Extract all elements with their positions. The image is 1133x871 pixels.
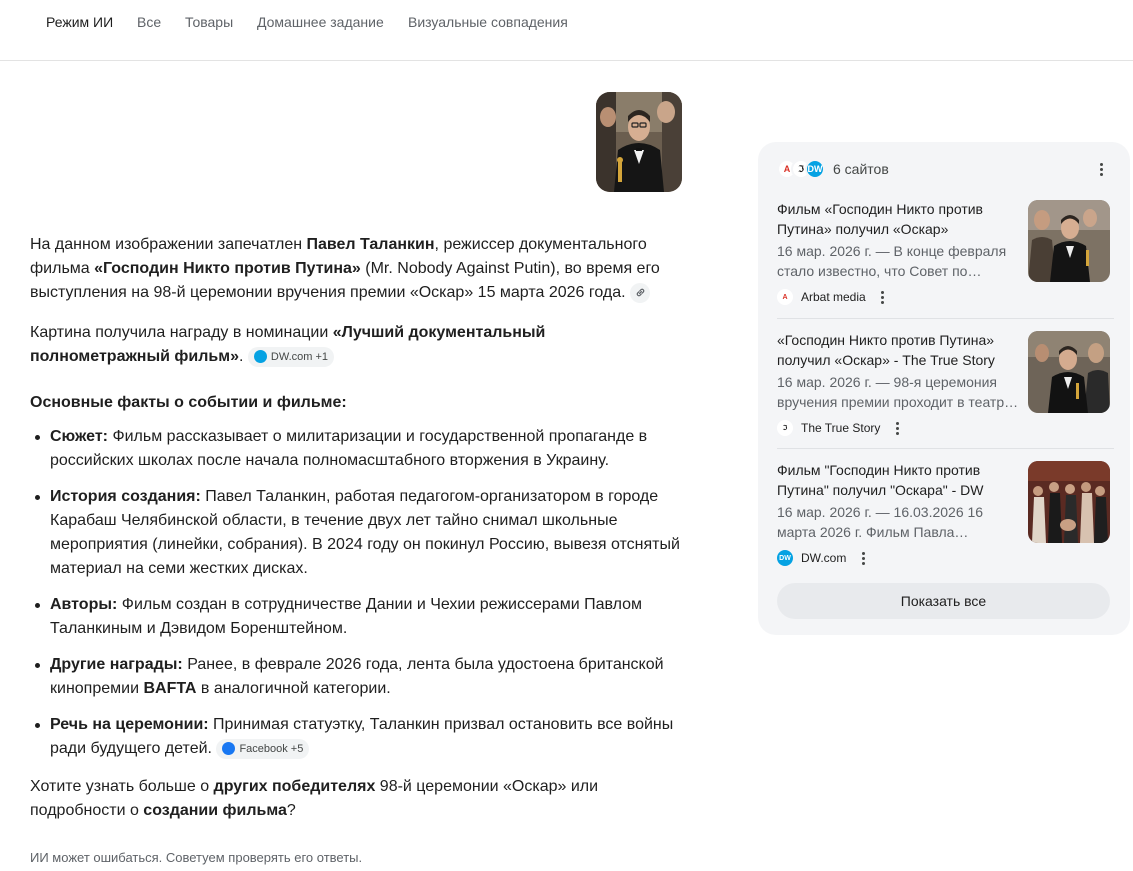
source-card-title[interactable]: «Господин Никто против Путина» получил «… (777, 331, 1012, 370)
followup-bold-1: других победителях (213, 778, 376, 795)
source-site-name: Arbat media (801, 290, 866, 304)
citation-chip-label: Facebook +5 (239, 742, 304, 755)
ai-disclaimer: ИИ может ошибаться. Советуем проверять е… (30, 850, 363, 865)
fact-text: Фильм создан в сотрудничестве Дании и Че… (50, 596, 643, 637)
followup-question: Хотите узнать больше о других победителя… (30, 775, 680, 823)
more-options-icon[interactable] (1092, 160, 1110, 178)
fact-text: Фильм рассказывает о милитаризации и гос… (50, 428, 648, 469)
list-item: История создания: Павел Таланкин, работа… (35, 485, 680, 581)
citation-chip-facebook[interactable]: Facebook +5 (216, 738, 310, 759)
fact-label: Авторы: (50, 596, 118, 613)
more-options-icon[interactable] (888, 419, 906, 437)
fact-label: Сюжет: (50, 428, 108, 445)
sources-header[interactable]: A ℑ DW 6 сайтов (777, 158, 889, 180)
fact-text-2: в аналогичной категории. (196, 680, 391, 697)
source-card-thumbnail[interactable] (1028, 200, 1110, 282)
list-item: Авторы: Фильм создан в сотрудничестве Да… (35, 593, 680, 641)
dw-icon (253, 350, 267, 364)
followup-text-3: ? (286, 802, 296, 819)
followup-bold-2: создании фильма (143, 802, 287, 819)
tab-ai-mode[interactable]: Режим ИИ (46, 13, 113, 31)
source-site-name: The True Story (801, 421, 881, 435)
fact-label: Другие награды: (50, 656, 183, 673)
answer-intro: На данном изображении запечатлен Павел Т… (30, 233, 680, 305)
tab-all[interactable]: Все (137, 13, 161, 31)
more-options-icon[interactable] (854, 549, 872, 567)
tab-products[interactable]: Товары (185, 13, 233, 31)
tab-visual-matches[interactable]: Визуальные совпадения (408, 13, 568, 31)
source-card-site: ℑ The True Story (777, 419, 906, 437)
true-story-icon: ℑ (777, 420, 793, 436)
fact-label: Речь на церемонии: (50, 716, 209, 733)
intro-bold-person: Павел Таланкин (306, 236, 435, 253)
sources-panel: A ℑ DW 6 сайтов Фильм «Господин Никто пр… (758, 142, 1130, 635)
source-card-snippet: 16 мар. 2026 г. — В конце февраля стало … (777, 243, 1007, 279)
award-text-2: . (238, 348, 244, 365)
search-mode-tabs: Режим ИИ Все Товары Домашнее задание Виз… (0, 0, 1133, 61)
list-item: Сюжет: Фильм рассказывает о милитаризаци… (35, 425, 680, 473)
source-card-site: A Arbat media (777, 288, 892, 306)
source-card[interactable]: «Господин Никто против Путина» получил «… (777, 331, 1114, 461)
source-card-snippet: 16 мар. 2026 г. — 98-я церемония вручени… (777, 374, 1019, 410)
divider (777, 448, 1114, 449)
arbat-media-icon: A (777, 289, 793, 305)
sources-count: 6 сайтов (833, 161, 889, 177)
show-all-button[interactable]: Показать все (777, 583, 1110, 619)
source-card-thumbnail[interactable] (1028, 461, 1110, 543)
source-card-snippet: 16 мар. 2026 г. — 16.03.2026 16 марта 20… (777, 504, 984, 540)
dw-icon: DW (805, 159, 825, 179)
fact-bold-bafta: BAFTA (143, 680, 197, 697)
more-options-icon[interactable] (874, 288, 892, 306)
facts-heading: Основные факты о событии и фильме: (30, 394, 347, 411)
intro-bold-film: «Господин Никто против Путина» (94, 260, 361, 277)
fact-label: История создания: (50, 488, 201, 505)
query-image[interactable] (596, 92, 682, 192)
tab-homework[interactable]: Домашнее задание (257, 13, 384, 31)
source-card-thumbnail[interactable] (1028, 331, 1110, 413)
facts-list: Сюжет: Фильм рассказывает о милитаризаци… (35, 425, 680, 761)
source-site-name: DW.com (801, 551, 847, 565)
citation-chip-label: DW.com +1 (270, 350, 329, 363)
dw-icon: DW (777, 550, 793, 566)
facebook-icon (222, 742, 236, 756)
list-item: Речь на церемонии: Принимая статуэтку, Т… (35, 713, 680, 761)
source-card-site: DW DW.com (777, 549, 872, 567)
list-item: Другие награды: Ранее, в феврале 2026 го… (35, 653, 680, 701)
award-text-1: Картина получила награду в номинации (30, 324, 333, 341)
ai-answer: На данном изображении запечатлен Павел Т… (30, 233, 680, 839)
source-card[interactable]: Фильм "Господин Никто против Путина" пол… (777, 461, 1114, 591)
intro-text-1: На данном изображении запечатлен (30, 236, 307, 253)
citation-chip-dw[interactable]: DW.com +1 (247, 346, 335, 367)
followup-text-1: Хотите узнать больше о (30, 778, 214, 795)
source-card-title[interactable]: Фильм «Господин Никто против Путина» пол… (777, 200, 1012, 239)
link-icon (636, 288, 644, 297)
answer-award: Картина получила награду в номинации «Лу… (30, 321, 680, 369)
source-card-title[interactable]: Фильм "Господин Никто против Путина" пол… (777, 461, 1012, 500)
source-link-button[interactable] (630, 282, 651, 303)
divider (777, 318, 1114, 319)
source-card[interactable]: Фильм «Господин Никто против Путина» пол… (777, 200, 1114, 330)
